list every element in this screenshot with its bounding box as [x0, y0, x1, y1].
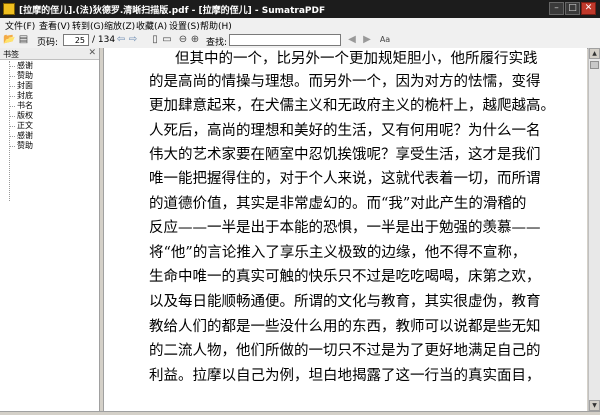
bookmark-item[interactable]: 封底 — [9, 91, 94, 101]
page-number-input[interactable] — [63, 34, 89, 46]
match-case-icon[interactable]: Aa — [378, 34, 392, 46]
search-next-icon[interactable]: ▶ — [361, 34, 373, 46]
sidebar-close-icon[interactable]: ✕ — [88, 48, 96, 58]
text-line: 的二流人物，他们所做的一切只不过是为了更好地满足自己的 — [149, 343, 541, 359]
text-line: 反应——一半是出于本能的恐惧，一半是出于勉强的羡慕—— — [149, 220, 541, 236]
scroll-down-icon[interactable]: ▼ — [589, 400, 600, 411]
title-bar: [拉摩的侄儿].(法)狄德罗.清晰扫描版.pdf - [拉摩的侄儿] - Sum… — [0, 0, 600, 18]
text-line: 以及每日能顺畅通便。所谓的文化与教育，其实很虚伪，教育 — [149, 294, 541, 310]
search-prev-icon[interactable]: ◀ — [346, 34, 358, 46]
search-label: 查找: — [206, 38, 228, 48]
bookmark-item[interactable]: 感谢 — [9, 61, 94, 71]
bookmark-label: 书名 — [17, 101, 33, 110]
bookmark-label: 赞助 — [17, 141, 33, 150]
text-line: 唯一能把握得住的，对于个人来说，这就代表着一切，而所谓 — [149, 171, 541, 187]
minimize-button[interactable]: – — [549, 2, 564, 15]
text-line: 利益。拉摩以自己为例，坦白地揭露了这一行当的真实面目， — [149, 368, 541, 384]
document-page: 但其中的一个，比另外一个更加规矩胆小，他所履行实践 的是高尚的情操与理想。而另外… — [104, 48, 587, 411]
window-title: [拉摩的侄儿].(法)狄德罗.清晰扫描版.pdf - [拉摩的侄儿] - Sum… — [19, 6, 326, 16]
bookmark-label: 封底 — [17, 91, 33, 100]
fit-page-icon[interactable]: ▯ — [149, 34, 161, 46]
sidebar-header: 书签 ✕ — [0, 48, 99, 60]
zoom-out-icon[interactable]: ⊖ — [177, 34, 189, 46]
text-line: 教给人们的都是一些没什么用的东西，教师可以说都是些无知 — [149, 319, 541, 335]
menu-bar: 文件(F) 查看(V) 转到(G) 缩放(Z) 收藏(A) 设置(S) 帮助(H… — [0, 18, 600, 33]
text-line: 但其中的一个，比另外一个更加规矩胆小，他所履行实践 — [175, 51, 538, 67]
bookmark-label: 版权 — [17, 111, 33, 120]
text-line: 更加肆意起来，在犬儒主义和无政府主义的桅杆上，越爬越高。 — [149, 98, 555, 114]
bookmarks-sidebar: 书签 ✕ 感谢 赞助 封面 封底 书名 版权 正文 感谢 赞助 — [0, 48, 100, 411]
menu-file[interactable]: 文件(F) — [5, 19, 35, 32]
scroll-up-icon[interactable]: ▲ — [589, 48, 600, 59]
bookmark-item[interactable]: 版权 — [9, 111, 94, 121]
app-icon — [3, 3, 15, 15]
text-line: 生命中唯一的真实可触的快乐只不过是吃吃喝喝，床第之欢， — [149, 269, 541, 285]
text-line: 伟大的艺术家要在陋室中忍饥挨饿呢？享受生活，这才是我们 — [149, 147, 541, 163]
bookmark-label: 感谢 — [17, 131, 33, 140]
page-label: 页码: — [37, 38, 59, 48]
open-icon[interactable]: 📂 — [3, 34, 16, 46]
bookmark-item[interactable]: 赞助 — [9, 71, 94, 81]
menu-help[interactable]: 帮助(H) — [200, 19, 232, 32]
menu-settings[interactable]: 设置(S) — [169, 19, 200, 32]
zoom-in-icon[interactable]: ⊕ — [189, 34, 201, 46]
forward-icon[interactable]: ⇨ — [127, 34, 139, 46]
bookmark-item[interactable]: 书名 — [9, 101, 94, 111]
menu-goto[interactable]: 转到(G) — [72, 19, 104, 32]
bookmark-label: 赞助 — [17, 71, 33, 80]
sidebar-title: 书签 — [3, 50, 19, 59]
menu-favorites[interactable]: 收藏(A) — [136, 19, 167, 32]
text-line: 的道德价值，其实是非常虚幻的。而“我”对此产生的滑稽的 — [149, 196, 527, 212]
text-line: 将“他”的言论推入了享乐主义极致的边缘，他不得不宣称， — [149, 245, 527, 261]
close-button[interactable]: ✕ — [581, 2, 596, 15]
bookmark-item[interactable]: 正文 — [9, 121, 94, 131]
text-line: 人死后，高尚的理想和美好的生活，又有何用呢？为什么一名 — [149, 123, 541, 139]
window-bottom-edge — [0, 411, 600, 415]
menu-view[interactable]: 查看(V) — [39, 19, 70, 32]
bookmark-item[interactable]: 感谢 — [9, 131, 94, 141]
print-icon[interactable]: ▤ — [17, 34, 30, 46]
menu-zoom[interactable]: 缩放(Z) — [104, 19, 135, 32]
fit-width-icon[interactable]: ▭ — [161, 34, 173, 46]
search-input[interactable] — [229, 34, 341, 46]
bookmark-label: 正文 — [17, 121, 33, 130]
text-line: 的是高尚的情操与理想。而另外一个，因为对方的怯懦，变得 — [149, 74, 541, 90]
bookmark-item[interactable]: 封面 — [9, 81, 94, 91]
toolbar: 📂 ▤ 页码: / 134 ⇦ ⇨ ▯ ▭ ⊖ ⊕ 查找: ◀ ▶ Aa — [0, 32, 600, 49]
page-total: / 134 — [92, 35, 116, 45]
bookmark-label: 封面 — [17, 81, 33, 90]
scroll-thumb[interactable] — [590, 61, 599, 69]
bookmark-label: 感谢 — [17, 61, 33, 70]
maximize-button[interactable]: □ — [565, 2, 580, 15]
bookmark-item[interactable]: 赞助 — [9, 141, 94, 151]
vertical-scrollbar[interactable]: ▲ ▼ — [588, 48, 600, 411]
back-icon[interactable]: ⇦ — [115, 34, 127, 46]
